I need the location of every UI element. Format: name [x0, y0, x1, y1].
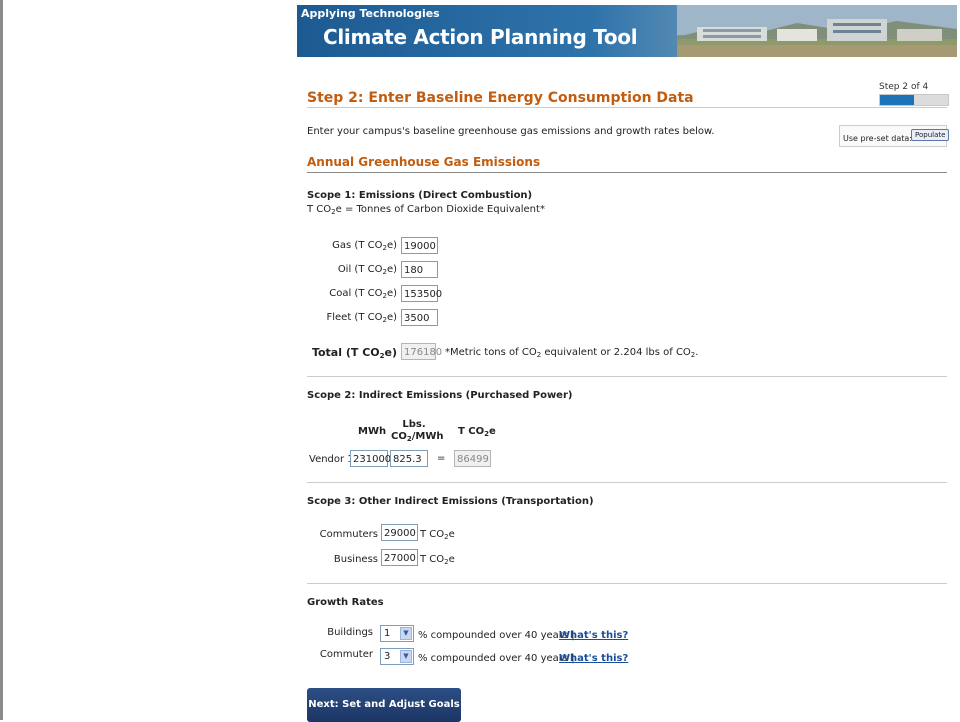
fleet-input[interactable]: 3500 [401, 309, 438, 326]
intro-text: Enter your campus's baseline greenhouse … [307, 126, 715, 137]
chevron-down-icon: ▼ [400, 650, 412, 663]
main-content: Applying Technologies Climate Action Pla… [297, 0, 957, 722]
commuter-label: Commuter [319, 649, 373, 660]
step-progress: Step 2 of 4 [879, 82, 949, 106]
section-title: Annual Greenhouse Gas Emissions [307, 155, 541, 169]
commuters-unit: T CO2e [420, 529, 455, 541]
tco2-header: T CO2e [458, 426, 496, 438]
commuter-suffix: % compounded over 40 years | [418, 653, 575, 664]
commuter-whats-this-link[interactable]: What's this? [559, 653, 628, 664]
total-output: 176180 [401, 343, 442, 360]
header-banner: Applying Technologies Climate Action Pla… [297, 5, 957, 57]
title-divider [307, 107, 947, 108]
chevron-down-icon: ▼ [400, 627, 412, 640]
banner-overline: Applying Technologies [301, 7, 440, 20]
scope2-divider [307, 482, 947, 483]
oil-label: Oil (T CO2e) [337, 264, 397, 276]
commuters-label: Commuters [319, 529, 378, 540]
commuter-select-value: 3 [384, 651, 391, 662]
scope1-subtitle-pre: T CO [307, 204, 332, 215]
scope1-divider [307, 376, 947, 377]
buildings-suffix: % compounded over 40 years | [418, 630, 575, 641]
growth-title: Growth Rates [307, 597, 384, 608]
lbs-per-mwh-input[interactable]: 825.3 [390, 450, 428, 467]
gas-label: Gas (T CO2e) [332, 240, 397, 252]
business-label: Business [333, 554, 378, 565]
coal-input[interactable]: 153500 [401, 285, 442, 302]
oil-input[interactable]: 180 [401, 261, 438, 278]
section-divider [307, 172, 947, 173]
progress-bar [879, 94, 949, 106]
preset-label: Use pre-set data: [843, 134, 912, 143]
scope1-subtitle: T CO2e = Tonnes of Carbon Dioxide Equiva… [307, 204, 545, 216]
mwh-input[interactable]: 231000 [350, 450, 391, 467]
vendor-label: Vendor 1 [309, 454, 354, 465]
populate-button[interactable]: Populate [911, 129, 950, 141]
lbs-header: Lbs. CO2/MWh [391, 419, 444, 443]
total-label: Total (T CO2e) [311, 346, 397, 360]
preset-panel: Use pre-set data: Populate [839, 125, 950, 147]
buildings-select[interactable]: 1 ▼ [380, 625, 414, 642]
progress-label: Step 2 of 4 [879, 82, 929, 92]
buildings-label: Buildings [327, 627, 373, 638]
left-border [0, 0, 3, 720]
gas-input[interactable]: 19000 [401, 237, 438, 254]
banner-title: Climate Action Planning Tool [323, 25, 638, 49]
coal-label: Coal (T CO2e) [329, 288, 397, 300]
buildings-select-value: 1 [384, 628, 391, 639]
next-button[interactable]: Next: Set and Adjust Goals [307, 688, 461, 722]
campus-photo [677, 5, 957, 57]
commuters-input[interactable]: 29000 [381, 524, 418, 541]
business-input[interactable]: 27000 [381, 549, 418, 566]
equals-sign: = [437, 453, 446, 464]
scope2-result: 86499 [454, 450, 491, 467]
business-unit: T CO2e [420, 554, 455, 566]
scope3-divider [307, 583, 947, 584]
co2-note: *Metric tons of CO2 equivalent or 2.204 … [445, 347, 699, 359]
page-title: Step 2: Enter Baseline Energy Consumptio… [307, 90, 694, 106]
commuter-select[interactable]: 3 ▼ [380, 648, 414, 665]
progress-fill [880, 95, 914, 105]
buildings-whats-this-link[interactable]: What's this? [559, 630, 628, 641]
scope1-subtitle-post: e = Tonnes of Carbon Dioxide Equivalent* [335, 204, 545, 215]
mwh-header: MWh [358, 426, 387, 437]
scope3-title: Scope 3: Other Indirect Emissions (Trans… [307, 496, 594, 507]
fleet-label: Fleet (T CO2e) [326, 312, 397, 324]
scope2-title: Scope 2: Indirect Emissions (Purchased P… [307, 390, 573, 401]
scope1-title: Scope 1: Emissions (Direct Combustion) [307, 190, 533, 201]
